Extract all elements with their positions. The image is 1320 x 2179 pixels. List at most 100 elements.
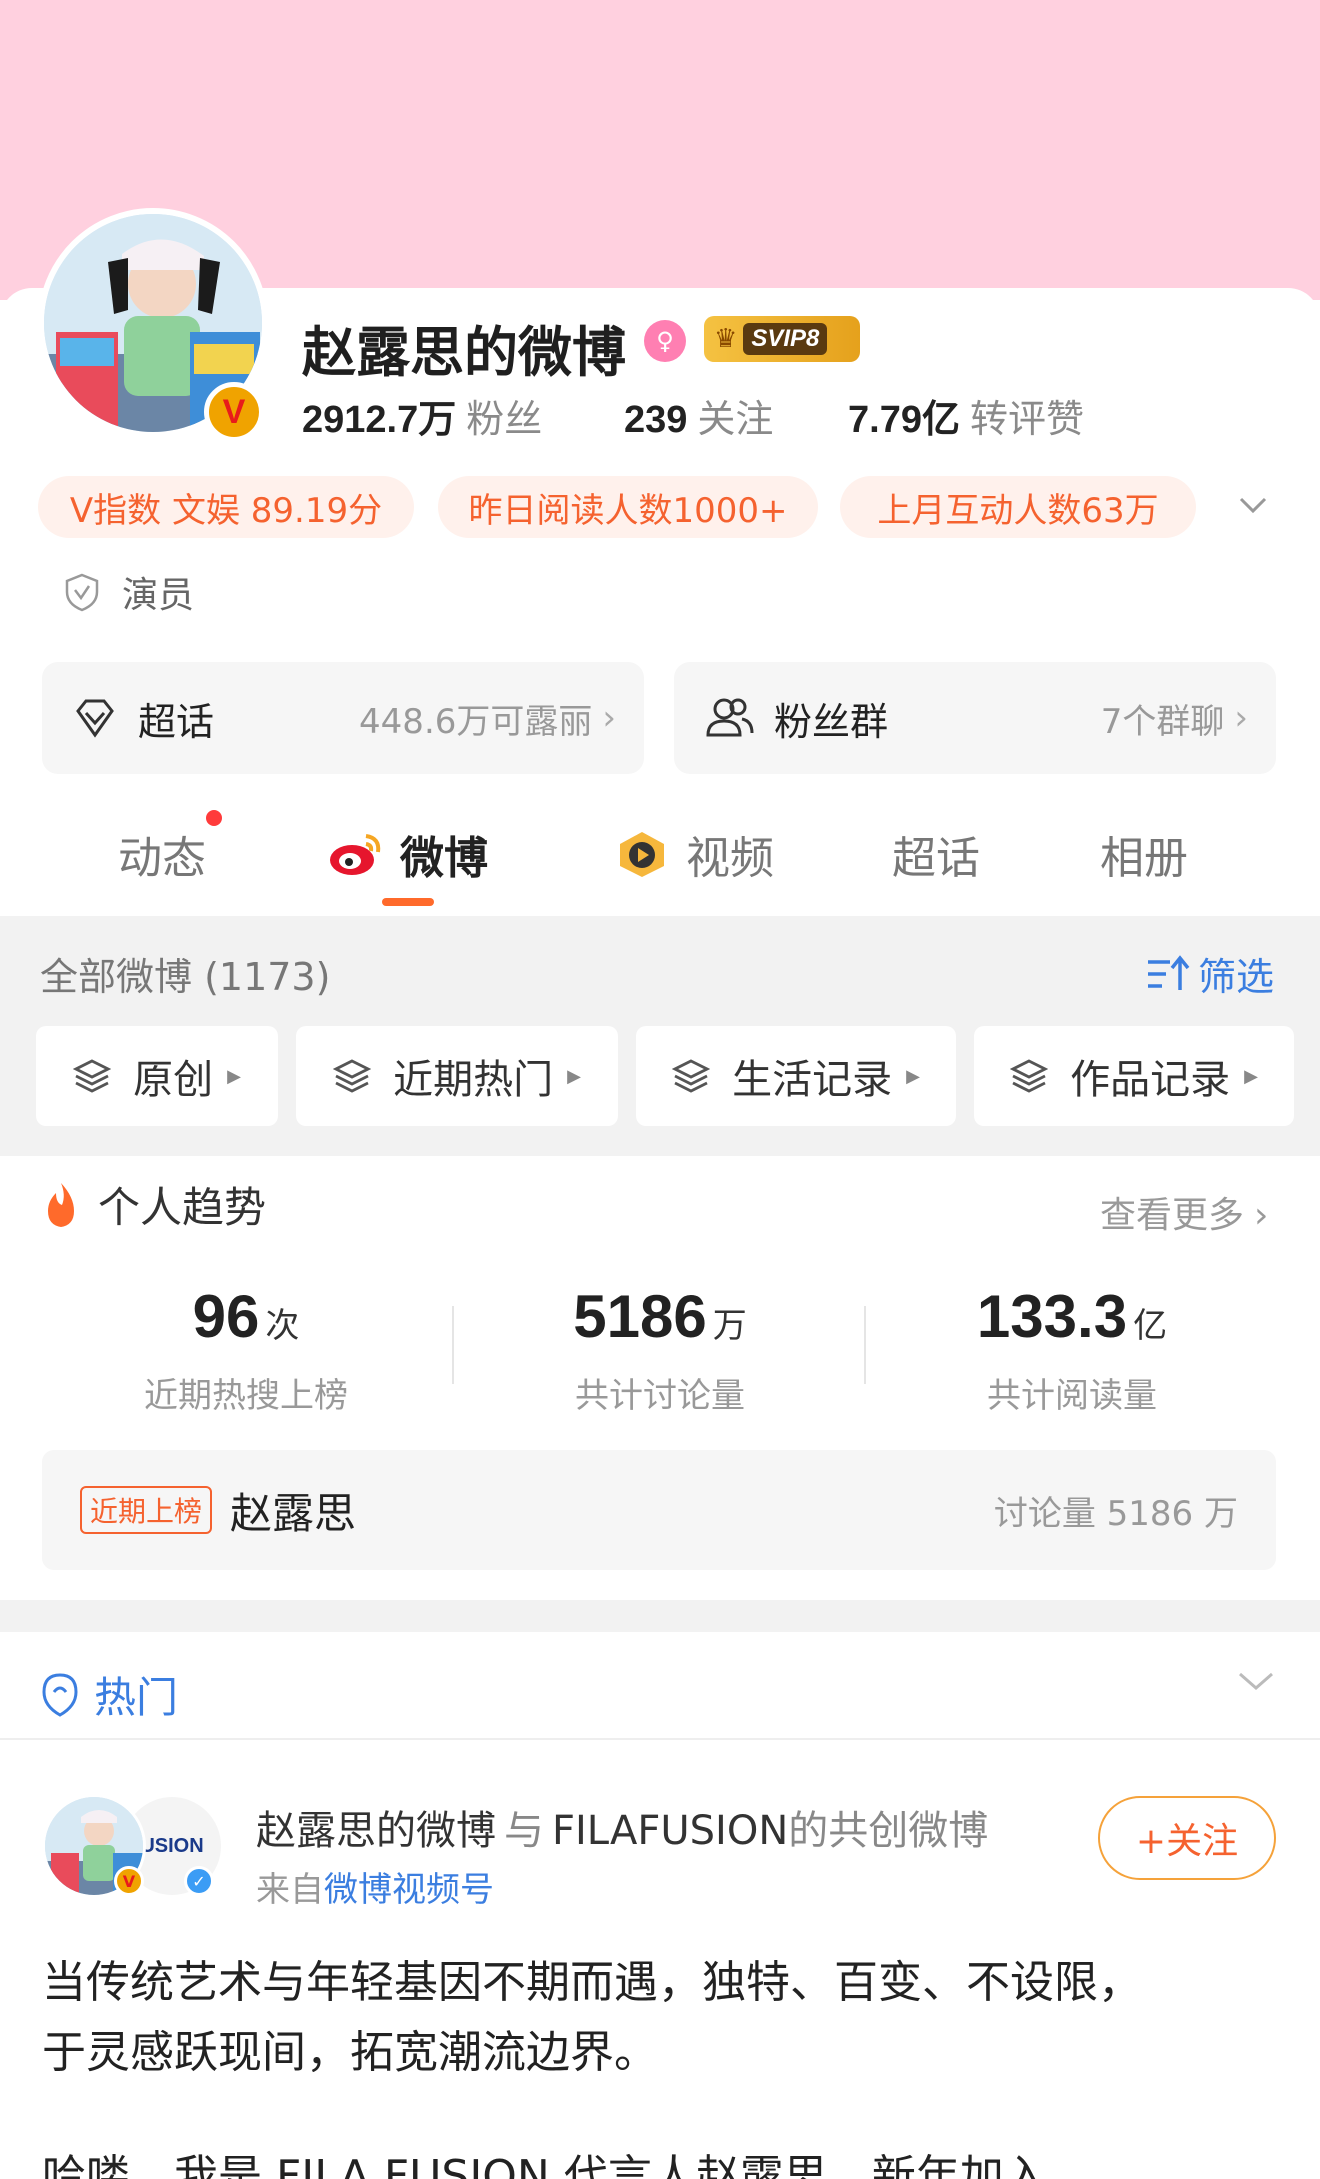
hot-section-title: 热门 <box>94 1673 179 1722</box>
stat-following-label: 关注 <box>697 397 774 441</box>
layers-icon <box>672 1059 711 1093</box>
chevron-right-icon: › <box>602 698 616 738</box>
filter-button[interactable]: 筛选 <box>1146 946 1274 1001</box>
filter-icon <box>1148 954 1190 990</box>
chevron-down-icon[interactable] <box>1238 490 1268 520</box>
tab-weibo[interactable]: 微博 <box>328 822 488 886</box>
metric-unit: 次 <box>265 1306 300 1346</box>
v-index-pill[interactable]: V指数 文娱 89.19分 <box>38 476 414 538</box>
verified-v-icon: V <box>204 382 264 442</box>
interaction-pill[interactable]: 上月互动人数63万 <box>840 476 1196 538</box>
tab-activity[interactable]: 动态 <box>118 822 206 886</box>
tab-video[interactable]: 视频 <box>612 822 774 886</box>
metric-unit: 万 <box>712 1306 747 1346</box>
metric-reads: 133.3 亿 <box>922 1282 1222 1351</box>
recent-ranking-tag: 近期上榜 <box>80 1486 213 1534</box>
location-pin-icon <box>42 1672 78 1717</box>
female-icon: ♀ <box>644 320 686 362</box>
divider <box>0 1738 1320 1740</box>
filter-label: 筛选 <box>1198 955 1275 999</box>
post-body: 当传统艺术与年轻基因不期而遇，独特、百变、不设限， 于灵感跃现间，拓宽潮流边界。 <box>42 1948 1282 2088</box>
chip-life-record-label: 生活记录 <box>732 1057 893 1103</box>
metric-value: 96 <box>192 1283 260 1350</box>
group-icon <box>706 698 754 737</box>
weibo-logo-icon <box>330 834 381 875</box>
triangle-right-icon: ▶ <box>227 1065 241 1087</box>
post-body-line: 当传统艺术与年轻基因不期而遇，独特、百变、不设限， <box>42 1957 1142 2008</box>
stat-fans-label: 粉丝 <box>466 397 543 441</box>
chip-original-label: 原创 <box>133 1057 214 1103</box>
metric-value: 5186 <box>573 1283 707 1350</box>
stat-interactions-label: 转评赞 <box>969 397 1084 441</box>
post-suffix: 的共创微博 <box>788 1808 989 1854</box>
metric-unit: 亿 <box>1133 1306 1168 1346</box>
post-author-line: 赵露思的微博与 FILAFUSION的共创微博 <box>256 1798 988 1856</box>
metric-hot-search: 96 次 <box>96 1282 396 1351</box>
notification-dot <box>206 810 222 826</box>
tab-supertopic[interactable]: 超话 <box>892 822 980 886</box>
divider <box>452 1306 454 1384</box>
post-source-link[interactable]: 微博视频号 <box>324 1870 494 1910</box>
active-tab-indicator <box>382 898 434 906</box>
post-coauthor[interactable]: FILAFUSION <box>552 1808 788 1854</box>
hot-search-row[interactable]: 近期上榜 赵露思 讨论量 5186 万 <box>42 1450 1276 1570</box>
all-posts-count: 全部微博 (1173) <box>40 955 331 999</box>
svip-label: SVIP8 <box>743 323 828 355</box>
metric-discussion: 5186 万 <box>510 1282 810 1351</box>
follow-button[interactable]: +关注 <box>1098 1796 1276 1880</box>
chip-recent-hot-label: 近期热门 <box>393 1057 554 1103</box>
fangroup-value: 7个群聊 <box>1100 701 1225 742</box>
supertopic-box[interactable]: 超话 448.6万可露丽 › <box>42 662 644 774</box>
chip-original[interactable]: 原创 ▶ <box>36 1026 278 1126</box>
crown-icon: ♛ <box>714 324 738 354</box>
chevron-down-icon[interactable] <box>1236 1666 1276 1696</box>
trend-header: 个人趋势 <box>40 1174 266 1235</box>
hot-search-discussion: 讨论量 5186 万 <box>993 1493 1238 1534</box>
video-icon <box>620 832 664 877</box>
post-author[interactable]: 赵露思的微博 <box>256 1808 496 1854</box>
stat-fans[interactable]: 2912.7万 粉丝 <box>302 388 542 443</box>
chevron-right-icon: › <box>1254 1195 1269 1236</box>
chip-recent-hot[interactable]: 近期热门 ▶ <box>296 1026 618 1126</box>
verified-v-icon: V <box>114 1866 144 1896</box>
diamond-icon <box>76 699 114 738</box>
tab-album[interactable]: 相册 <box>1100 822 1188 886</box>
stat-following-value: 239 <box>624 399 688 441</box>
stat-interactions[interactable]: 7.79亿 转评赞 <box>848 388 1084 443</box>
chip-works-record[interactable]: 作品记录 ▶ <box>974 1026 1294 1126</box>
metric-label: 共计阅读量 <box>987 1376 1157 1416</box>
divider <box>864 1306 866 1384</box>
supertopic-label: 超话 <box>138 699 215 744</box>
post-source-prefix: 来自 <box>256 1870 324 1910</box>
view-more-link[interactable]: 查看更多 › <box>1100 1186 1268 1238</box>
flame-icon <box>48 1182 74 1227</box>
stat-following[interactable]: 239 关注 <box>624 388 773 443</box>
hot-section-header[interactable]: 热门 <box>40 1664 178 1725</box>
supertopic-value: 448.6万可露丽 <box>359 701 593 742</box>
metric-label: 共计讨论量 <box>575 1376 745 1416</box>
chip-life-record[interactable]: 生活记录 ▶ <box>636 1026 956 1126</box>
role-label: 演员 <box>122 575 195 616</box>
hot-search-name: 赵露思 <box>230 1488 357 1538</box>
post-source: 来自微博视频号 <box>256 1862 494 1911</box>
layers-icon <box>333 1059 372 1093</box>
fangroup-label: 粉丝群 <box>774 699 889 744</box>
read-count-pill[interactable]: 昨日阅读人数1000+ <box>438 476 818 538</box>
triangle-right-icon: ▶ <box>1244 1065 1258 1087</box>
view-more-label: 查看更多 <box>1100 1195 1245 1236</box>
chip-works-record-label: 作品记录 <box>1070 1057 1231 1103</box>
post-body-line: 哈喽，我是 FILA FUSION 代言人赵露思，新年加入 <box>42 2151 1048 2179</box>
trend-title: 个人趋势 <box>98 1183 267 1232</box>
tab-weibo-label: 微博 <box>400 833 488 884</box>
post-body-line: 于灵感跃现间，拓宽潮流边界。 <box>42 2027 658 2078</box>
fangroup-box[interactable]: 粉丝群 7个群聊 › <box>674 662 1276 774</box>
shield-icon <box>65 573 99 612</box>
layers-icon <box>73 1059 112 1093</box>
triangle-right-icon: ▶ <box>906 1065 920 1087</box>
layers-icon <box>1010 1059 1049 1093</box>
role-row: 演员 <box>62 566 194 618</box>
profile-name: 赵露思的微博 <box>302 321 626 384</box>
tab-video-label: 视频 <box>686 833 774 884</box>
svip-badge[interactable]: ♛ SVIP8 <box>704 316 860 362</box>
metric-label: 近期热搜上榜 <box>144 1376 348 1416</box>
